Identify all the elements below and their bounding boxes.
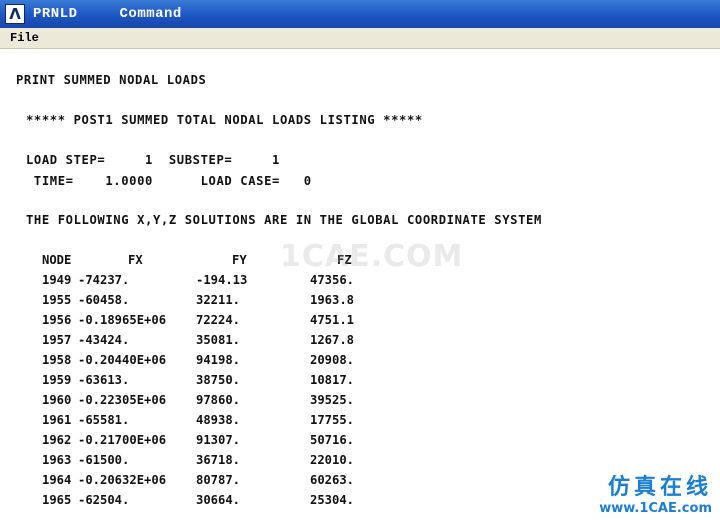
column-header-fx: FX bbox=[128, 253, 143, 267]
cell-node: 1955 bbox=[42, 293, 72, 307]
cell-fx: -0.20632E+06 bbox=[78, 473, 167, 487]
cell-fx: -65581. bbox=[78, 413, 130, 427]
table-header: NODE FX FY FZ bbox=[0, 253, 352, 273]
cell-node: 1965 bbox=[42, 493, 72, 507]
cell-fz: 39525. bbox=[310, 393, 355, 407]
cell-fx: -0.22305E+06 bbox=[78, 393, 167, 407]
menu-file[interactable]: File bbox=[0, 31, 49, 45]
cell-fy: 72224. bbox=[196, 313, 241, 327]
cell-fz: 47356. bbox=[310, 273, 355, 287]
ansys-app-icon: Λ bbox=[5, 4, 25, 24]
cell-fz: 22010. bbox=[310, 453, 355, 467]
cell-fz: 25304. bbox=[310, 493, 355, 507]
cell-fy: 32211. bbox=[196, 293, 241, 307]
cell-fx: -0.21700E+06 bbox=[78, 433, 167, 447]
cell-fx: -0.18965E+06 bbox=[78, 313, 167, 327]
listing-banner: ***** POST1 SUMMED TOTAL NODAL LOADS LIS… bbox=[26, 113, 423, 127]
cell-fx: -63613. bbox=[78, 373, 130, 387]
cell-node: 1949 bbox=[42, 273, 72, 287]
window-title: PRNLD bbox=[33, 6, 78, 22]
cell-fy: 91307. bbox=[196, 433, 241, 447]
coordinate-system-line: THE FOLLOWING X,Y,Z SOLUTIONS ARE IN THE… bbox=[26, 213, 542, 227]
cell-node: 1963 bbox=[42, 453, 72, 467]
cell-fy: 48938. bbox=[196, 413, 241, 427]
cell-node: 1961 bbox=[42, 413, 72, 427]
menu-bar: File bbox=[0, 28, 720, 49]
cell-fy: 80787. bbox=[196, 473, 241, 487]
cell-fz: 60263. bbox=[310, 473, 355, 487]
cell-fx: -0.20440E+06 bbox=[78, 353, 167, 367]
cell-node: 1958 bbox=[42, 353, 72, 367]
command-label: Command bbox=[119, 6, 182, 22]
cell-node: 1956 bbox=[42, 313, 72, 327]
title-bar[interactable]: Λ PRNLD Command bbox=[0, 0, 720, 28]
cell-fz: 17755. bbox=[310, 413, 355, 427]
cell-fy: 38750. bbox=[196, 373, 241, 387]
cell-fz: 20908. bbox=[310, 353, 355, 367]
brand-url-text: www.1CAE.com bbox=[599, 501, 712, 516]
cell-fx: -62504. bbox=[78, 493, 130, 507]
cell-fz: 10817. bbox=[310, 373, 355, 387]
watermark-text: 1CAE.COM bbox=[280, 239, 464, 274]
cell-fx: -60458. bbox=[78, 293, 130, 307]
cell-fy: 36718. bbox=[196, 453, 241, 467]
cell-fy: 94198. bbox=[196, 353, 241, 367]
output-listing[interactable]: PRINT SUMMED NODAL LOADS ***** POST1 SUM… bbox=[0, 49, 720, 520]
cell-fy: 97860. bbox=[196, 393, 241, 407]
brand-cn-text: 仿真在线 bbox=[607, 475, 712, 500]
cell-fz: 1267.8 bbox=[310, 333, 355, 347]
cell-fx: -43424. bbox=[78, 333, 130, 347]
cell-fz: 1963.8 bbox=[310, 293, 355, 307]
cell-fy: 30664. bbox=[196, 493, 241, 507]
cell-node: 1964 bbox=[42, 473, 72, 487]
brand-logo: 仿真在线 www.1CAE.com bbox=[599, 469, 712, 516]
cell-node: 1962 bbox=[42, 433, 72, 447]
cell-fz: 50716. bbox=[310, 433, 355, 447]
cell-node: 1957 bbox=[42, 333, 72, 347]
cell-fy: 35081. bbox=[196, 333, 241, 347]
load-step-line: LOAD STEP= 1 SUBSTEP= 1 bbox=[26, 153, 280, 167]
column-header-node: NODE bbox=[42, 253, 72, 267]
cell-fz: 4751.1 bbox=[310, 313, 355, 327]
time-line: TIME= 1.0000 LOAD CASE= 0 bbox=[26, 174, 312, 188]
cell-fy: -194.13 bbox=[196, 273, 248, 287]
cell-fx: -61500. bbox=[78, 453, 130, 467]
cell-node: 1960 bbox=[42, 393, 72, 407]
listing-heading: PRINT SUMMED NODAL LOADS bbox=[16, 73, 207, 87]
cell-node: 1959 bbox=[42, 373, 72, 387]
cell-fx: -74237. bbox=[78, 273, 130, 287]
